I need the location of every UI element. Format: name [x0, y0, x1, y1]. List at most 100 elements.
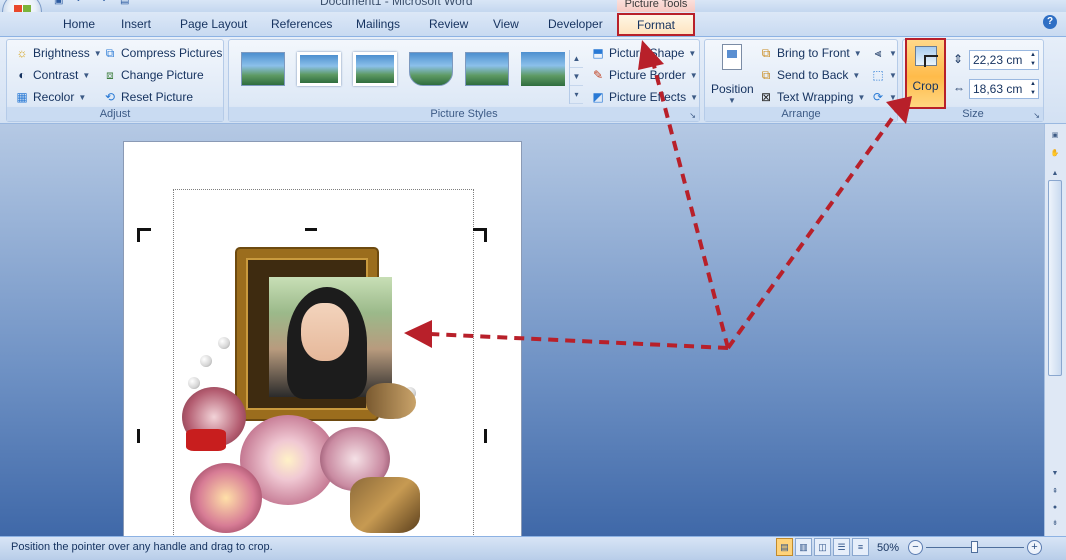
reset-picture-icon: ⟲	[104, 90, 116, 104]
scroll-down-icon[interactable]: ▼	[570, 68, 583, 86]
draft-view-icon[interactable]: ≡	[852, 538, 869, 556]
tab-view[interactable]: View	[493, 17, 519, 31]
scroll-thumb[interactable]	[1048, 180, 1062, 376]
rotate-icon: ⟳	[872, 90, 884, 104]
dialog-launcher-icon[interactable]: ↘	[689, 111, 696, 120]
picture-style-thumb[interactable]	[241, 52, 285, 86]
picture-style-thumb[interactable]	[409, 52, 453, 86]
rotate-button[interactable]: ⟳ ▼	[871, 88, 897, 106]
crop-button[interactable]: Crop	[905, 38, 946, 109]
chevron-down-icon: ▼	[688, 48, 697, 58]
scroll-up-icon[interactable]: ▲	[1047, 168, 1063, 180]
change-picture-button[interactable]: ⧈ Change Picture	[103, 66, 204, 84]
tab-references[interactable]: References	[271, 17, 332, 31]
position-button[interactable]: Position ▼	[711, 44, 754, 106]
width-icon: ⇔	[953, 81, 965, 95]
adjust-group: ☼ Brightness ▼ ◐ Contrast ▼ ▦ Recolor ▼ …	[6, 39, 224, 122]
align-button[interactable]: ⫷ ▼	[871, 44, 897, 62]
chevron-down-icon: ▼	[852, 70, 861, 80]
dialog-launcher-icon[interactable]: ↘	[1033, 111, 1040, 120]
contrast-button[interactable]: ◐ Contrast ▼	[15, 66, 90, 84]
picture-border-button[interactable]: ✎ Picture Border ▼	[591, 66, 698, 84]
height-icon: ⇕	[953, 52, 964, 66]
tab-developer[interactable]: Developer	[548, 17, 603, 31]
print-preview-icon[interactable]: ▤	[120, 0, 132, 6]
recolor-icon: ▦	[16, 90, 28, 104]
width-field[interactable]: 18,63 cm ▲ ▼	[969, 79, 1039, 99]
tab-format[interactable]: Format	[617, 13, 695, 36]
zoom-out-icon[interactable]: −	[908, 540, 923, 555]
redo-icon[interactable]: ↷	[98, 0, 110, 6]
document-page[interactable]	[123, 141, 522, 541]
more-icon[interactable]: ▾	[570, 86, 583, 104]
pan-hand-icon[interactable]: ✋	[1047, 148, 1063, 160]
effects-icon: ◩	[592, 90, 604, 104]
compress-label: Compress Pictures	[121, 46, 223, 60]
compress-icon: ⧉	[105, 46, 115, 60]
zoom-slider[interactable]: − +	[908, 540, 1042, 556]
send-back-icon: ⧉	[761, 68, 771, 82]
picture-shape-label: Picture Shape	[609, 46, 685, 60]
recolor-button[interactable]: ▦ Recolor ▼	[15, 88, 86, 106]
ruler-toggle-icon[interactable]: ▣	[1047, 130, 1063, 142]
gallery-scroll[interactable]: ▲ ▼ ▾	[569, 50, 583, 104]
chevron-down-icon: ▼	[889, 70, 897, 80]
web-layout-icon[interactable]: ◫	[814, 538, 831, 556]
tab-review[interactable]: Review	[429, 17, 468, 31]
crop-handle-left[interactable]	[137, 429, 140, 443]
vertical-scrollbar[interactable]: ▣ ✋ ▲ ▼ ⇞ ● ⇟	[1044, 124, 1066, 536]
zoom-level[interactable]: 50%	[877, 542, 899, 554]
brightness-button[interactable]: ☼ Brightness ▼	[15, 44, 102, 62]
outline-view-icon[interactable]: ☰	[833, 538, 850, 556]
width-spinner[interactable]: ▲ ▼	[1028, 80, 1038, 98]
picture-style-thumb[interactable]	[353, 52, 397, 86]
group-button[interactable]: ⬚ ▼	[871, 66, 897, 84]
chevron-down-icon: ▼	[93, 48, 102, 58]
print-layout-view-icon[interactable]: ▤	[776, 538, 793, 556]
framed-photo-picture[interactable]	[160, 237, 488, 547]
reset-picture-button[interactable]: ⟲ Reset Picture	[103, 88, 193, 106]
window-title: Document1 - Microsoft Word	[320, 0, 473, 8]
tab-page-layout[interactable]: Page Layout	[180, 17, 247, 31]
pencil-icon: ✎	[592, 68, 604, 82]
bring-front-icon: ⧉	[761, 46, 771, 60]
picture-style-thumb[interactable]	[465, 52, 509, 86]
tab-mailings[interactable]: Mailings	[356, 17, 400, 31]
face-shape	[301, 303, 349, 361]
save-icon[interactable]: ▣	[54, 0, 66, 6]
crop-icon	[915, 46, 938, 67]
scroll-down-icon[interactable]: ▼	[1047, 468, 1063, 480]
send-to-back-button[interactable]: ⧉ Send to Back ▼	[759, 66, 861, 84]
undo-icon[interactable]: ↶	[76, 0, 88, 6]
next-page-icon[interactable]: ⇟	[1047, 518, 1063, 530]
height-field[interactable]: 22,23 cm ▲ ▼	[969, 50, 1039, 70]
full-screen-reading-icon[interactable]: ▥	[795, 538, 812, 556]
chevron-down-icon: ▼	[689, 70, 698, 80]
picture-style-thumb[interactable]	[521, 52, 565, 86]
tab-insert[interactable]: Insert	[121, 17, 151, 31]
picture-shape-button[interactable]: ⬒ Picture Shape ▼	[591, 44, 696, 62]
picture-effects-button[interactable]: ◩ Picture Effects ▼	[591, 88, 698, 106]
width-value: 18,63 cm	[973, 82, 1023, 96]
text-wrapping-button[interactable]: ⊠ Text Wrapping ▼	[759, 88, 865, 106]
crop-handle-top-left[interactable]	[137, 228, 151, 242]
height-value: 22,23 cm	[973, 53, 1023, 67]
scroll-up-icon[interactable]: ▲	[570, 50, 583, 68]
zoom-knob[interactable]	[971, 541, 978, 553]
picture-style-thumb[interactable]	[297, 52, 341, 86]
bring-to-front-button[interactable]: ⧉ Bring to Front ▼	[759, 44, 862, 62]
browse-object-icon[interactable]: ●	[1047, 502, 1063, 514]
crop-handle-top[interactable]	[305, 228, 317, 231]
previous-page-icon[interactable]: ⇞	[1047, 486, 1063, 498]
status-bar: Position the pointer over any handle and…	[0, 536, 1066, 560]
chevron-down-icon: ▼	[690, 92, 699, 102]
zoom-in-icon[interactable]: +	[1027, 540, 1042, 555]
shape-icon: ⬒	[592, 46, 604, 60]
bird-decoration	[366, 383, 416, 419]
help-icon[interactable]: ?	[1043, 15, 1057, 29]
height-spinner[interactable]: ▲ ▼	[1028, 51, 1038, 69]
picture-styles-group-label: Picture Styles	[229, 107, 699, 121]
tab-home[interactable]: Home	[63, 17, 95, 31]
pearl-decoration	[188, 377, 200, 389]
compress-pictures-button[interactable]: ⧉ Compress Pictures	[103, 44, 223, 62]
